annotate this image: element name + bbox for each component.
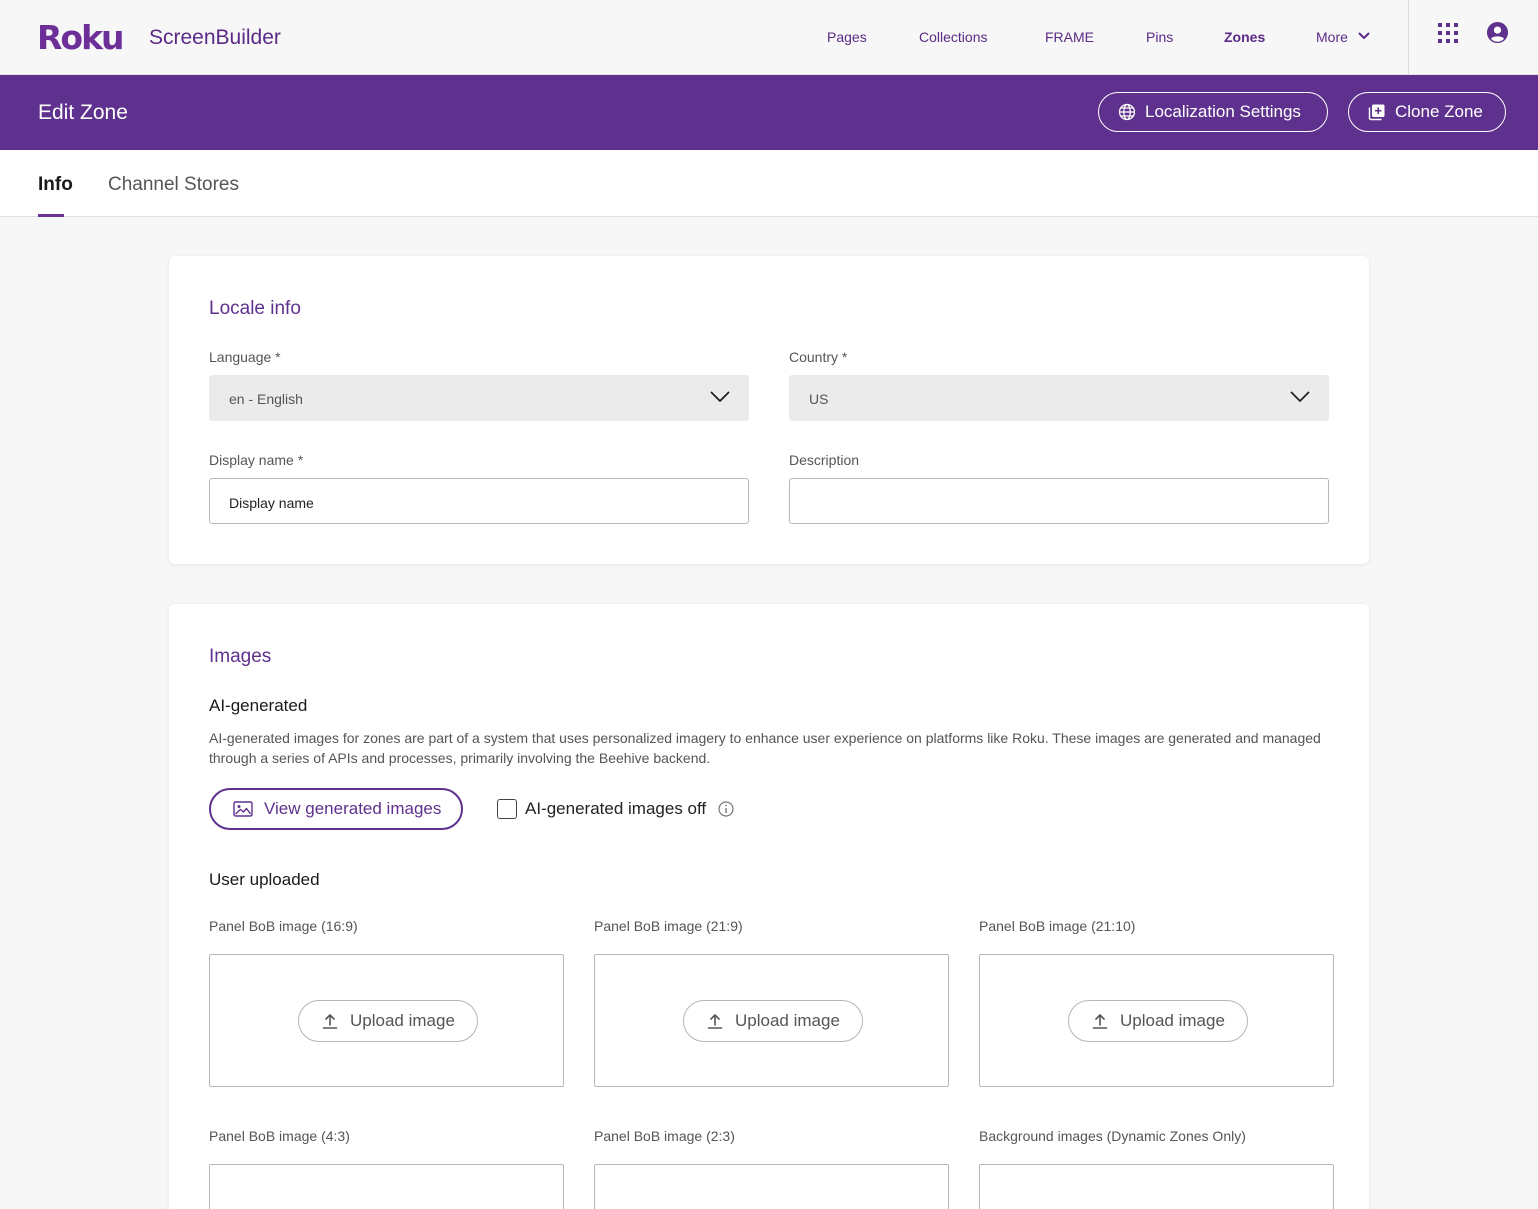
ai-images-off-label: AI-generated images off [525,799,707,818]
tab-channel-stores[interactable]: Channel Stores [108,174,239,196]
country-value: US [809,391,829,407]
page-header: Edit Zone Localization Settings Clone Zo… [0,75,1538,150]
nav-link-zones[interactable]: Zones [1224,28,1265,46]
globe-icon [1118,103,1136,121]
active-tab-indicator [38,214,64,217]
upload-slot-label: Panel BoB image (16:9) [209,918,358,934]
nav-link-pages[interactable]: Pages [827,28,867,46]
ai-images-off-checkbox[interactable] [497,799,517,819]
upload-dropzone-16-9[interactable]: Upload image [209,954,564,1087]
upload-slot-label: Panel BoB image (4:3) [209,1128,350,1144]
display-name-value: Display name [229,495,314,511]
page-title: Edit Zone [38,101,128,124]
nav-link-collections[interactable]: Collections [919,28,987,46]
nav-divider [1408,0,1409,75]
upload-dropzone-4-3[interactable] [209,1164,564,1209]
tab-info[interactable]: Info [38,174,73,196]
roku-logo[interactable]: Roku [37,20,125,56]
upload-slot-label: Panel BoB image (21:10) [979,918,1136,934]
info-icon[interactable] [718,801,734,817]
upload-icon [707,1014,723,1029]
images-card: Images AI-generated AI-generated images … [169,604,1369,1209]
chevron-down-icon [1290,391,1310,402]
view-generated-images-button[interactable]: View generated images [209,788,463,830]
nav-link-frame[interactable]: FRAME [1045,28,1094,46]
account-icon[interactable] [1486,21,1509,44]
language-value: en - English [229,391,303,407]
description-label: Description [789,452,860,468]
description-input[interactable] [789,478,1329,524]
upload-icon [1092,1014,1108,1029]
upload-image-button[interactable]: Upload image [683,1000,863,1042]
upload-image-label: Upload image [1120,1011,1225,1030]
nav-link-pins[interactable]: Pins [1146,28,1173,46]
country-select[interactable]: US [789,375,1329,421]
localization-settings-label: Localization Settings [1145,102,1301,121]
language-select[interactable]: en - English [209,375,749,421]
upload-slot-label: Panel BoB image (21:9) [594,918,743,934]
locale-info-card: Locale info Language * en - English Coun… [169,256,1369,564]
upload-image-button[interactable]: Upload image [298,1000,478,1042]
clone-zone-label: Clone Zone [1395,102,1483,121]
upload-dropzone-21-10[interactable]: Upload image [979,954,1334,1087]
upload-dropzone-21-9[interactable]: Upload image [594,954,949,1087]
language-label: Language * [209,349,281,365]
upload-icon [322,1014,338,1029]
display-name-input[interactable]: Display name [209,478,749,524]
view-generated-images-label: View generated images [264,799,442,818]
chevron-down-icon[interactable] [1358,31,1370,41]
app-name[interactable]: ScreenBuilder [149,25,281,51]
ai-generated-heading: AI-generated [209,696,308,715]
user-uploaded-heading: User uploaded [209,870,320,889]
top-navigation: Roku ScreenBuilder Pages Collections FRA… [0,0,1538,75]
upload-slot-label: Background images (Dynamic Zones Only) [979,1128,1246,1144]
upload-image-label: Upload image [735,1011,840,1030]
nav-link-more[interactable]: More [1316,28,1348,46]
images-title: Images [209,646,272,667]
image-icon [233,801,253,817]
upload-image-button[interactable]: Upload image [1068,1000,1248,1042]
display-name-label: Display name * [209,452,304,468]
chevron-down-icon [710,391,730,402]
upload-image-label: Upload image [350,1011,455,1030]
localization-settings-button[interactable]: Localization Settings [1098,92,1328,132]
ai-generated-description: AI-generated images for zones are part o… [209,730,1321,766]
clone-zone-button[interactable]: Clone Zone [1348,92,1506,132]
locale-info-title: Locale info [209,298,301,319]
tab-bar: Info Channel Stores [0,150,1538,217]
upload-dropzone-background[interactable] [979,1164,1334,1209]
apps-grid-icon[interactable] [1437,22,1459,44]
upload-dropzone-2-3[interactable] [594,1164,949,1209]
country-label: Country * [789,349,848,365]
upload-slot-label: Panel BoB image (2:3) [594,1128,735,1144]
clone-icon [1368,104,1385,121]
